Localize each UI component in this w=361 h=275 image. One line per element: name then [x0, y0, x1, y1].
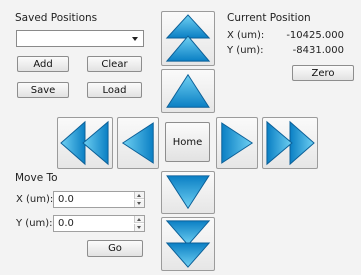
go-button[interactable]: Go: [87, 240, 143, 257]
left-arrow-icon: [121, 122, 154, 164]
double-left-arrow-icon: [60, 120, 109, 166]
jog-down-small-button[interactable]: [161, 171, 215, 214]
jog-up-large-button[interactable]: [161, 11, 215, 66]
spin-down-icon[interactable]: [134, 200, 144, 207]
move-y-input[interactable]: 0.0: [53, 215, 145, 232]
home-button[interactable]: Home: [165, 122, 210, 162]
spin-up-icon[interactable]: [134, 216, 144, 223]
saved-positions-title: Saved Positions: [15, 12, 98, 24]
add-button[interactable]: Add: [17, 56, 69, 72]
move-y-label: Y (um):: [16, 218, 53, 229]
zero-button[interactable]: Zero: [292, 65, 354, 81]
current-y-value: -8431.000: [292, 45, 344, 56]
save-button[interactable]: Save: [17, 82, 69, 98]
right-arrow-icon: [221, 122, 254, 164]
move-y-value: 0.0: [58, 218, 74, 229]
move-to-title: Move To: [15, 172, 58, 184]
move-x-input[interactable]: 0.0: [53, 191, 145, 208]
chevron-down-icon: [132, 37, 138, 41]
jog-down-large-button[interactable]: [161, 217, 215, 271]
jog-right-small-button[interactable]: [216, 117, 258, 169]
jog-right-large-button[interactable]: [262, 117, 318, 169]
jog-up-small-button[interactable]: [161, 69, 215, 113]
clear-button[interactable]: Clear: [87, 56, 142, 72]
current-x-label: X (um):: [227, 30, 265, 41]
up-arrow-icon: [166, 73, 210, 108]
double-down-arrow-icon: [165, 220, 211, 268]
saved-positions-dropdown[interactable]: [16, 30, 144, 47]
double-right-arrow-icon: [266, 120, 315, 166]
down-arrow-icon: [166, 175, 210, 210]
current-y-label: Y (um):: [227, 45, 264, 56]
move-x-value: 0.0: [58, 194, 74, 205]
current-position-title: Current Position: [227, 12, 311, 24]
jog-left-small-button[interactable]: [117, 117, 159, 169]
spin-down-icon[interactable]: [134, 224, 144, 231]
load-button[interactable]: Load: [87, 82, 142, 98]
move-x-label: X (um):: [16, 194, 54, 205]
jog-left-large-button[interactable]: [57, 117, 113, 169]
current-x-value: -10425.000: [286, 30, 344, 41]
double-up-arrow-icon: [165, 14, 211, 62]
spin-up-icon[interactable]: [134, 192, 144, 199]
